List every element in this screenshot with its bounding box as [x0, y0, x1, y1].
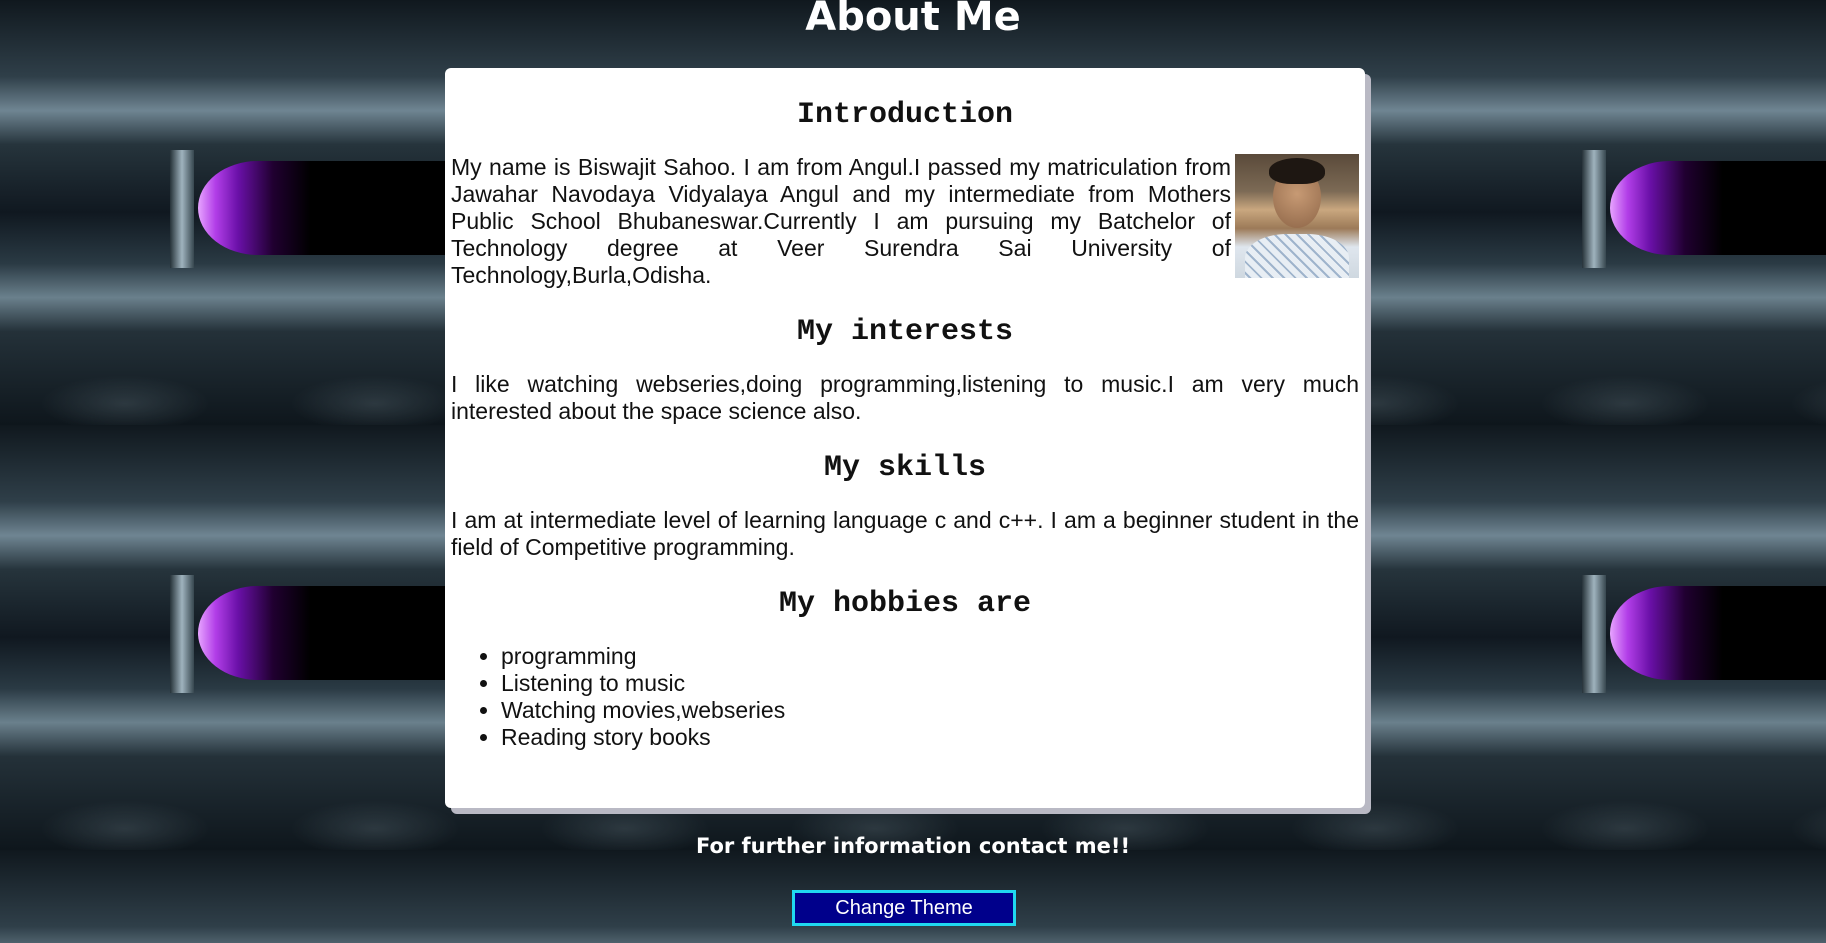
hair-shape	[1269, 158, 1325, 184]
skills-text: I am at intermediate level of learning l…	[451, 507, 1359, 560]
list-item: Watching movies,webseries	[501, 697, 1359, 724]
introduction-heading: Introduction	[796, 98, 1014, 132]
interests-heading: My interests	[796, 315, 1014, 349]
page-title: About Me	[805, 0, 1021, 40]
profile-photo	[1235, 154, 1359, 278]
skills-heading: My skills	[823, 451, 987, 485]
list-item: Reading story books	[501, 724, 1359, 751]
interests-text: I like watching webseries,doing programm…	[451, 371, 1359, 424]
pillar-decoration	[170, 150, 194, 268]
pillar-decoration	[170, 575, 194, 693]
portal-image	[198, 161, 448, 255]
hobbies-heading: My hobbies are	[778, 587, 1032, 621]
portal-image	[1610, 586, 1826, 680]
portal-image	[1610, 161, 1826, 255]
about-card: Introduction My name is Biswajit Sahoo. …	[445, 68, 1365, 808]
introduction-text: My name is Biswajit Sahoo. I am from Ang…	[451, 154, 1231, 288]
list-item: programming	[501, 643, 1359, 670]
hobbies-list: programming Listening to music Watching …	[451, 643, 1359, 751]
pillar-decoration	[1582, 575, 1606, 693]
shirt-shape	[1245, 234, 1349, 278]
contact-text: For further information contact me!!	[695, 834, 1131, 858]
portal-image	[198, 586, 448, 680]
list-item: Listening to music	[501, 670, 1359, 697]
pillar-decoration	[1582, 150, 1606, 268]
change-theme-button[interactable]: Change Theme	[792, 890, 1016, 926]
